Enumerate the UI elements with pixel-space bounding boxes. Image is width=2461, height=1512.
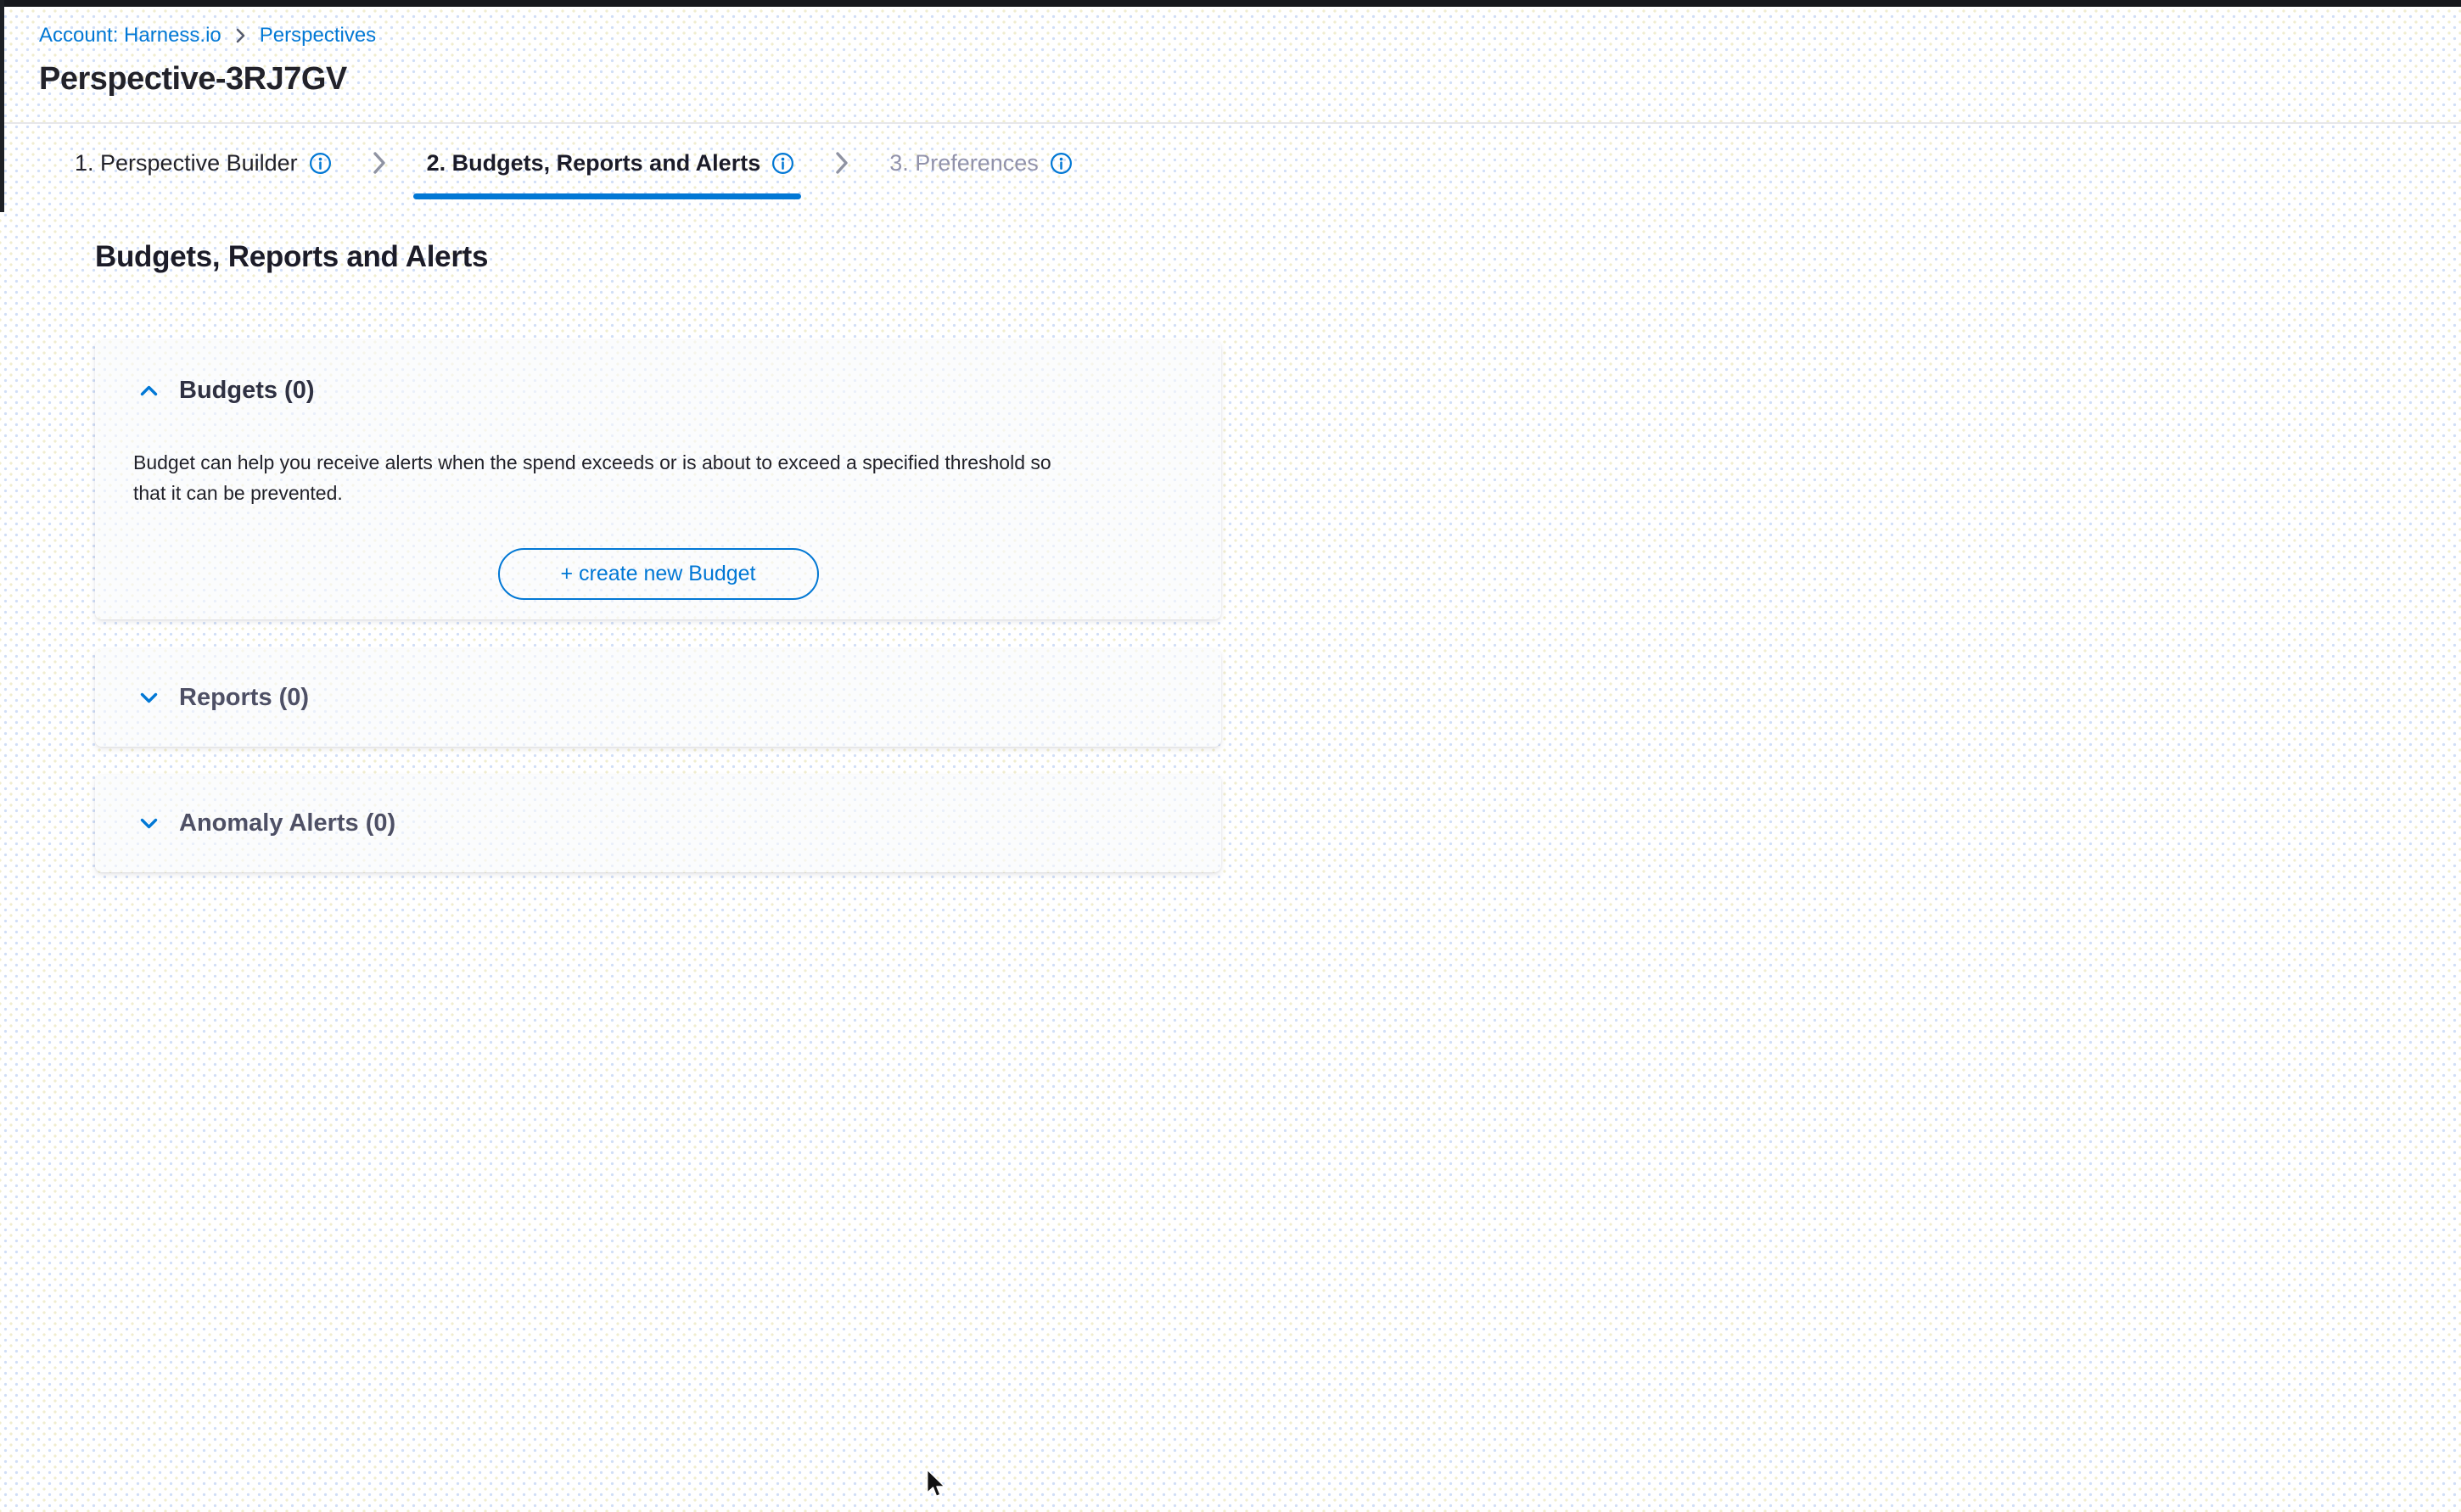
tab-preferences-label: 3. Preferences — [889, 150, 1039, 176]
info-icon[interactable] — [771, 152, 794, 175]
page-title: Perspective-3RJ7GV — [39, 61, 376, 98]
mouse-cursor-icon — [925, 1469, 949, 1502]
active-tab-underline — [413, 193, 802, 199]
create-new-budget-button[interactable]: + create new Budget — [498, 548, 819, 600]
tab-perspective-builder[interactable]: 1. Perspective Builder — [75, 150, 332, 176]
main-content: Budgets, Reports and Alerts Budgets (0) … — [95, 240, 1221, 872]
budgets-panel-title: Budgets (0) — [179, 377, 315, 405]
tab-budgets-reports-alerts[interactable]: 2. Budgets, Reports and Alerts — [427, 150, 795, 176]
anomaly-alerts-panel-title: Anomaly Alerts (0) — [179, 809, 395, 837]
breadcrumb: Account: Harness.io Perspectives — [39, 24, 376, 48]
info-icon[interactable] — [309, 152, 332, 175]
chevron-right-icon — [234, 26, 247, 45]
breadcrumb-account-link[interactable]: Account: Harness.io — [39, 24, 221, 48]
anomaly-alerts-panel: Anomaly Alerts (0) — [95, 775, 1221, 872]
tab-budgets-reports-alerts-label: 2. Budgets, Reports and Alerts — [427, 150, 761, 176]
reports-panel-title: Reports (0) — [179, 684, 309, 712]
budgets-panel: Budgets (0) Budget can help you receive … — [95, 340, 1221, 619]
reports-panel-header[interactable]: Reports (0) — [95, 684, 309, 712]
budgets-description-line1: Budget can help you receive alerts when … — [133, 447, 1221, 478]
chevron-right-icon — [833, 149, 850, 176]
chevron-down-icon — [139, 817, 159, 830]
reports-panel: Reports (0) — [95, 649, 1221, 747]
window-top-edge — [0, 0, 2461, 7]
window-left-edge — [0, 0, 4, 212]
chevron-right-icon — [371, 149, 388, 176]
breadcrumb-perspectives-link[interactable]: Perspectives — [260, 24, 376, 48]
anomaly-alerts-panel-header[interactable]: Anomaly Alerts (0) — [95, 809, 395, 837]
chevron-down-icon — [139, 692, 159, 704]
info-icon[interactable] — [1050, 152, 1073, 175]
tab-preferences[interactable]: 3. Preferences — [889, 150, 1073, 176]
tab-perspective-builder-label: 1. Perspective Builder — [75, 150, 298, 176]
page-header: Account: Harness.io Perspectives Perspec… — [39, 24, 376, 98]
budgets-description-line2: that it can be prevented. — [133, 478, 1221, 508]
section-heading: Budgets, Reports and Alerts — [95, 240, 1221, 274]
budgets-panel-header[interactable]: Budgets (0) — [95, 377, 1221, 405]
header-divider — [0, 122, 2461, 124]
wizard-tabbar: 1. Perspective Builder 2. Budgets, Repor… — [75, 149, 1073, 176]
budgets-description: Budget can help you receive alerts when … — [133, 447, 1221, 508]
chevron-up-icon — [139, 384, 159, 397]
